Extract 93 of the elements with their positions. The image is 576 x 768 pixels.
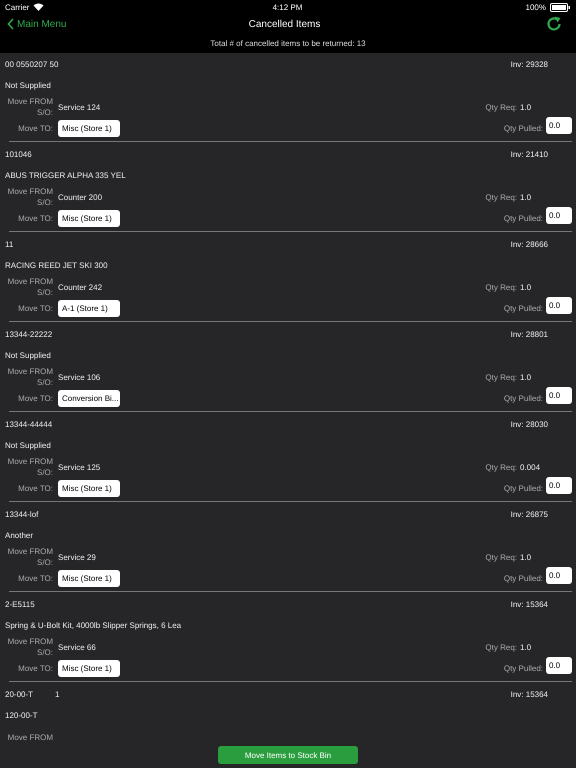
field-label: Move FROM S/O: — [6, 366, 53, 388]
item-description: Not Supplied — [5, 81, 51, 90]
inventory-number: Inv: 15364 — [510, 600, 548, 609]
field-label: Qty Pulled: — [504, 394, 543, 403]
inventory-number: Inv: 26875 — [510, 510, 548, 519]
part-number: 101046 — [5, 150, 32, 159]
field-label: Move FROM S/O: — [6, 276, 53, 298]
field-label: Move TO: — [17, 663, 53, 674]
item-description: Not Supplied — [5, 441, 51, 450]
move-items-button[interactable]: Move Items to Stock Bin — [218, 746, 358, 764]
qty-pulled-field[interactable]: 0.0 — [546, 477, 572, 494]
field-label: Qty Req: — [485, 642, 517, 652]
screen-title: Cancelled Items — [248, 18, 320, 30]
summary-text: Total # of cancelled items to be returned: 13 — [209, 39, 367, 48]
refresh-icon[interactable] — [546, 16, 562, 32]
part-number: 13344-lof — [5, 510, 38, 519]
field-label: Move TO: — [17, 213, 53, 224]
inventory-number: Inv: 15364 — [510, 690, 548, 699]
location-picker[interactable]: Misc (Store 1) — [58, 480, 120, 497]
qty-required: 1.0 — [520, 372, 532, 382]
part-number: 20-00-T — [5, 690, 34, 699]
source-order: Service 124 — [58, 102, 100, 112]
field-label: Qty Pulled: — [504, 214, 543, 223]
field-label: Qty Req: — [485, 192, 517, 202]
source-order: Service 66 — [58, 642, 96, 652]
field-label: Qty Pulled: — [504, 574, 543, 583]
item-description: Not Supplied — [5, 351, 51, 360]
field-label: Move TO: — [17, 303, 53, 314]
qty-pulled-field[interactable]: 0.0 — [546, 387, 572, 404]
chevron-left-icon — [7, 18, 14, 30]
source-order: Counter 242 — [58, 282, 102, 292]
qty-pulled-field[interactable]: 0.0 — [546, 117, 572, 134]
location-picker[interactable]: Misc (Store 1) — [58, 660, 120, 677]
part-number: 13344-22222 — [5, 330, 52, 339]
item-description: ABUS TRIGGER ALPHA 335 YEL — [5, 171, 126, 180]
field-label: Move TO: — [17, 393, 53, 404]
field-label: Qty Req: — [485, 462, 517, 472]
inventory-number: Inv: 28030 — [510, 420, 548, 429]
item-description: Spring & U-Bolt Kit, 4000lb Slipper Springs, 6 Lea — [5, 621, 182, 630]
field-label: Move TO: — [17, 123, 53, 134]
item-description: 120-00-T — [5, 711, 38, 720]
battery-icon — [550, 2, 570, 12]
battery-percent: 100% — [526, 2, 546, 12]
field-label: Move FROM — [6, 732, 53, 742]
field-label: Move FROM S/O: — [6, 186, 53, 208]
part-number: 2-E5115 — [5, 600, 35, 609]
source-order: Counter 200 — [58, 192, 102, 202]
part-number: 00 0550207 50 — [5, 60, 58, 69]
qty-pulled-field[interactable]: 0.0 — [546, 567, 572, 584]
qty-required: 1.0 — [520, 552, 532, 562]
field-label: Qty Pulled: — [504, 664, 543, 673]
inventory-number: Inv: 28801 — [510, 330, 548, 339]
location-picker[interactable]: Misc (Store 1) — [58, 210, 120, 227]
field-label: Move FROM S/O: — [6, 96, 53, 118]
field-label: Move TO: — [17, 483, 53, 494]
field-label: Move FROM S/O: — [6, 546, 53, 568]
inventory-number: Inv: 21410 — [510, 150, 548, 159]
qty-pulled-field[interactable]: 0.0 — [546, 297, 572, 314]
back-button[interactable]: Main Menu — [7, 18, 87, 30]
field-label: Qty Pulled: — [504, 484, 543, 493]
field-label: Move TO: — [17, 573, 53, 584]
inventory-number: Inv: 28666 — [510, 240, 548, 249]
location-picker[interactable]: Misc (Store 1) — [58, 120, 120, 137]
location-picker[interactable]: Conversion Bi... — [58, 390, 120, 407]
qty-required: 0.004 — [520, 462, 540, 472]
source-order: Service 29 — [58, 552, 96, 562]
qty-required: 1.0 — [520, 102, 532, 112]
qty-required: 1.0 — [520, 192, 532, 202]
carrier-label: Carrier — [5, 2, 30, 12]
qty-pulled-field[interactable]: 0.0 — [546, 657, 572, 674]
field-label: Qty Pulled: — [504, 304, 543, 313]
field-label: Qty Req: — [485, 102, 517, 112]
source-order: Service 106 — [58, 372, 100, 382]
field-label: Qty Req: — [485, 372, 517, 382]
field-label: Move FROM S/O: — [6, 636, 53, 658]
wifi-icon — [33, 3, 44, 11]
part-number: 13344-44444 — [5, 420, 52, 429]
item-description: RACING REED JET SKI 300 — [5, 261, 108, 270]
clock-time: 4:12 PM — [272, 2, 302, 12]
field-label: Qty Req: — [485, 282, 517, 292]
location-picker[interactable]: A-1 (Store 1) — [58, 300, 120, 317]
quantity-text: 1 — [55, 690, 60, 699]
field-label: Qty Pulled: — [504, 124, 543, 133]
qty-required: 1.0 — [520, 282, 532, 292]
source-order: Service 125 — [58, 462, 100, 472]
field-label: Qty Req: — [485, 552, 517, 562]
qty-required: 1.0 — [520, 642, 532, 652]
inventory-number: Inv: 29328 — [510, 60, 548, 69]
field-label: Move FROM S/O: — [6, 456, 53, 478]
item-description: Another — [5, 531, 34, 540]
part-number: 11 — [5, 240, 14, 249]
location-picker[interactable]: Misc (Store 1) — [58, 570, 120, 587]
qty-pulled-field[interactable]: 0.0 — [546, 207, 572, 224]
